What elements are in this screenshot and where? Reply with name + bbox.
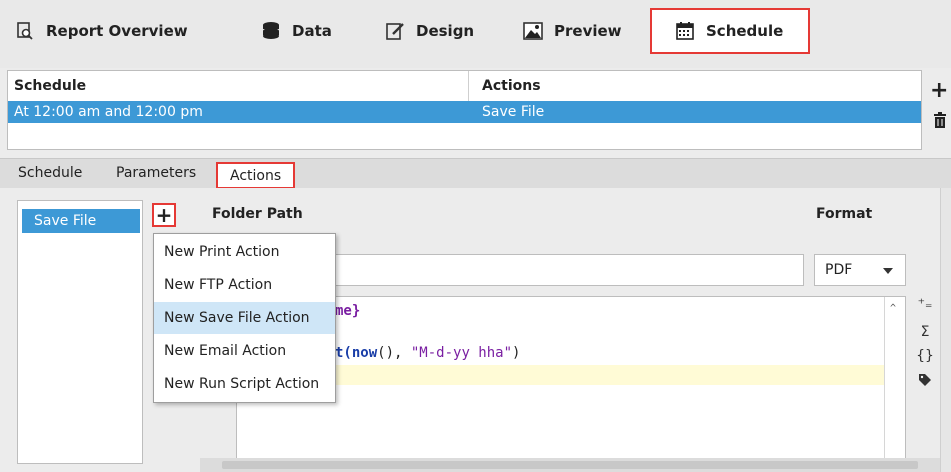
scrollbar-thumb[interactable] xyxy=(222,461,918,469)
column-header-schedule[interactable]: Schedule xyxy=(8,71,468,101)
menu-item-new-print-action[interactable]: New Print Action xyxy=(154,236,335,268)
list-item[interactable]: Save File xyxy=(22,209,140,233)
editor-scrollbar[interactable]: ^ xyxy=(884,297,905,461)
code-token: ) xyxy=(512,345,521,361)
folder-path-label: Folder Path xyxy=(212,206,303,222)
row-actions-cell: Save File xyxy=(482,104,545,120)
chevron-up-icon[interactable]: ^ xyxy=(890,303,896,314)
calendar-icon xyxy=(674,20,696,42)
insert-expression-icon[interactable]: ⁺₌ xyxy=(914,296,936,312)
schedule-table: Schedule Actions At 12:00 am and 12:00 p… xyxy=(7,70,922,150)
subtab-actions[interactable]: Actions xyxy=(216,162,296,189)
add-action-button[interactable]: + xyxy=(152,203,176,227)
subtab-parameters[interactable]: Parameters xyxy=(116,159,196,187)
code-line-1: me} xyxy=(335,303,360,319)
code-token: (), xyxy=(377,345,411,361)
subtab-schedule[interactable]: Schedule xyxy=(18,159,82,187)
table-row[interactable]: At 12:00 am and 12:00 pm Save File xyxy=(8,101,921,123)
tab-label: Preview xyxy=(554,22,622,40)
row-schedule-cell: At 12:00 am and 12:00 pm xyxy=(14,104,203,120)
tag-icon[interactable] xyxy=(914,374,936,390)
menu-item-new-email-action[interactable]: New Email Action xyxy=(154,335,335,367)
code-token: me} xyxy=(335,303,361,319)
code-line-2: t(now(), "M-d-yy hha") xyxy=(335,345,520,361)
code-token: t( xyxy=(335,345,352,361)
tab-label: Report Overview xyxy=(46,22,188,40)
action-list: Save File xyxy=(17,200,143,464)
format-selected-value: PDF xyxy=(825,262,853,278)
database-icon xyxy=(260,20,282,42)
code-string: "M-d-yy hha" xyxy=(410,345,513,361)
menu-item-new-run-script-action[interactable]: New Run Script Action xyxy=(154,368,335,400)
tab-report-overview[interactable]: Report Overview xyxy=(14,8,188,54)
tab-schedule[interactable]: Schedule xyxy=(650,8,810,54)
panel-scrollbar[interactable] xyxy=(940,188,951,472)
braces-icon[interactable]: {} xyxy=(914,348,936,364)
tab-data[interactable]: Data xyxy=(260,8,332,54)
tab-label: Design xyxy=(416,22,475,40)
plus-icon: + xyxy=(155,203,173,227)
code-token: now xyxy=(351,345,378,361)
top-tab-bar: Report Overview Data Design Preview Sche… xyxy=(0,0,951,68)
delete-schedule-button[interactable] xyxy=(933,112,947,132)
tab-preview[interactable]: Preview xyxy=(522,8,622,54)
trash-icon xyxy=(934,112,946,128)
horizontal-scrollbar[interactable] xyxy=(200,458,940,472)
sub-tab-bar: Schedule Parameters Actions xyxy=(0,158,951,189)
column-header-actions[interactable]: Actions xyxy=(468,71,921,101)
tab-design[interactable]: Design xyxy=(384,8,474,54)
format-select[interactable]: PDF xyxy=(814,254,906,286)
menu-item-new-save-file-action[interactable]: New Save File Action xyxy=(154,302,335,334)
add-schedule-button[interactable]: + xyxy=(930,78,948,103)
design-icon xyxy=(384,20,406,42)
image-icon xyxy=(522,20,544,42)
tab-label: Data xyxy=(292,22,332,40)
menu-item-new-ftp-action[interactable]: New FTP Action xyxy=(154,269,335,301)
chevron-down-icon xyxy=(883,268,893,274)
report-overview-icon xyxy=(14,20,36,42)
filename-expression-editor[interactable]: me} t(now(), "M-d-yy hha") ^ xyxy=(236,296,906,462)
function-sum-icon[interactable]: Σ xyxy=(914,324,936,340)
format-label: Format xyxy=(816,206,873,222)
tab-label: Schedule xyxy=(706,22,784,40)
add-action-menu: New Print Action New FTP Action New Save… xyxy=(153,233,336,403)
